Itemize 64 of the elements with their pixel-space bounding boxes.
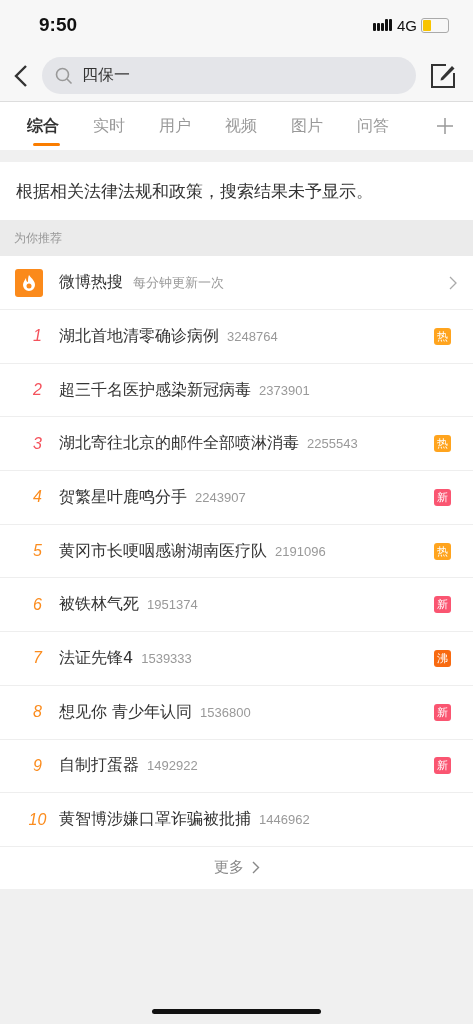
tab[interactable]: 综合 bbox=[10, 102, 76, 150]
topic-tag: 热 bbox=[434, 327, 451, 345]
more-button[interactable]: 更多 bbox=[0, 846, 473, 889]
view-count: 1951374 bbox=[147, 597, 198, 613]
topic-title: 湖北寄往北京的邮件全部喷淋消毒 bbox=[59, 433, 299, 455]
rank-number: 10 bbox=[27, 810, 48, 829]
search-icon bbox=[55, 67, 73, 85]
hot-search-item[interactable]: 4 贺繁星叶鹿鸣分手 2243907 新 bbox=[0, 471, 473, 525]
hot-search-title: 微博热搜 bbox=[59, 272, 123, 293]
rank-number: 4 bbox=[32, 488, 43, 507]
back-button[interactable] bbox=[14, 63, 28, 88]
hot-search-item[interactable]: 7 法证先锋4 1539333 沸 bbox=[0, 632, 473, 686]
topic-tag: 新 bbox=[434, 703, 451, 721]
rank-number: 9 bbox=[32, 756, 43, 775]
rank-number: 2 bbox=[32, 381, 43, 400]
chevron-right-icon bbox=[251, 861, 260, 875]
view-count: 1492922 bbox=[147, 758, 198, 774]
rank-number: 8 bbox=[32, 703, 43, 722]
chevron-right-icon bbox=[449, 275, 457, 290]
hot-search-item[interactable]: 3 湖北寄往北京的邮件全部喷淋消毒 2255543 热 bbox=[0, 417, 473, 472]
rank-number: 6 bbox=[32, 595, 43, 614]
flame-icon bbox=[15, 268, 43, 297]
topic-tag: 新 bbox=[434, 596, 451, 614]
topic-title: 自制打蛋器 bbox=[59, 755, 139, 777]
view-count: 1446962 bbox=[259, 812, 310, 828]
topic-title: 想见你 青少年认同 bbox=[59, 701, 193, 723]
hot-search-item[interactable]: 6 被铁林气死 1951374 新 bbox=[0, 578, 473, 633]
section-label: 为你推荐 bbox=[14, 229, 62, 247]
compose-icon[interactable] bbox=[430, 62, 456, 89]
clock: 9:50 bbox=[39, 14, 78, 36]
topic-title: 超三千名医护感染新冠病毒 bbox=[59, 379, 251, 401]
topic-tag: 新 bbox=[434, 488, 451, 506]
topic-title: 法证先锋4 bbox=[59, 647, 134, 669]
topic-title: 黄智博涉嫌口罩诈骗被批捕 bbox=[59, 809, 251, 831]
notice-text: 根据相关法律法规和政策，搜索结果未予显示。 bbox=[0, 162, 473, 220]
view-count: 2255543 bbox=[307, 436, 358, 452]
topic-tag: 新 bbox=[434, 757, 451, 775]
search-field[interactable]: 四保一 bbox=[42, 57, 416, 94]
hot-search-item[interactable]: 2 超三千名医护感染新冠病毒 2373901 bbox=[0, 363, 473, 418]
topic-title: 黄冈市长哽咽感谢湖南医疗队 bbox=[59, 540, 267, 562]
topic-title: 贺繁星叶鹿鸣分手 bbox=[59, 486, 187, 508]
topic-tag: 热 bbox=[434, 542, 451, 560]
view-count: 2243907 bbox=[195, 489, 246, 505]
rank-number: 1 bbox=[32, 327, 43, 346]
rank-number: 5 bbox=[32, 542, 43, 561]
battery-icon bbox=[421, 17, 449, 33]
view-count: 1536800 bbox=[200, 704, 251, 720]
hot-search-item[interactable]: 1 湖北首地清零确诊病例 3248764 热 bbox=[0, 310, 473, 364]
hot-search-item[interactable]: 5 黄冈市长哽咽感谢湖南医疗队 2191096 热 bbox=[0, 524, 473, 579]
view-count: 1539333 bbox=[141, 650, 192, 666]
view-count: 2373901 bbox=[259, 382, 310, 398]
topic-title: 湖北首地清零确诊病例 bbox=[59, 325, 219, 347]
hot-search-item[interactable]: 10 黄智博涉嫌口罩诈骗被批捕 1446962 bbox=[0, 793, 473, 847]
view-count: 2191096 bbox=[275, 543, 326, 559]
topic-title: 被铁林气死 bbox=[59, 594, 139, 616]
view-count: 3248764 bbox=[227, 328, 278, 344]
network-label: 4G bbox=[397, 16, 417, 34]
hot-search-item[interactable]: 9 自制打蛋器 1492922 新 bbox=[0, 739, 473, 794]
hot-search-item[interactable]: 8 想见你 青少年认同 1536800 新 bbox=[0, 685, 473, 740]
topic-tag: 沸 bbox=[434, 649, 451, 667]
rank-number: 7 bbox=[32, 649, 44, 668]
topic-tag: 热 bbox=[434, 435, 451, 453]
signal-icon bbox=[373, 19, 393, 31]
rank-number: 3 bbox=[32, 434, 43, 453]
